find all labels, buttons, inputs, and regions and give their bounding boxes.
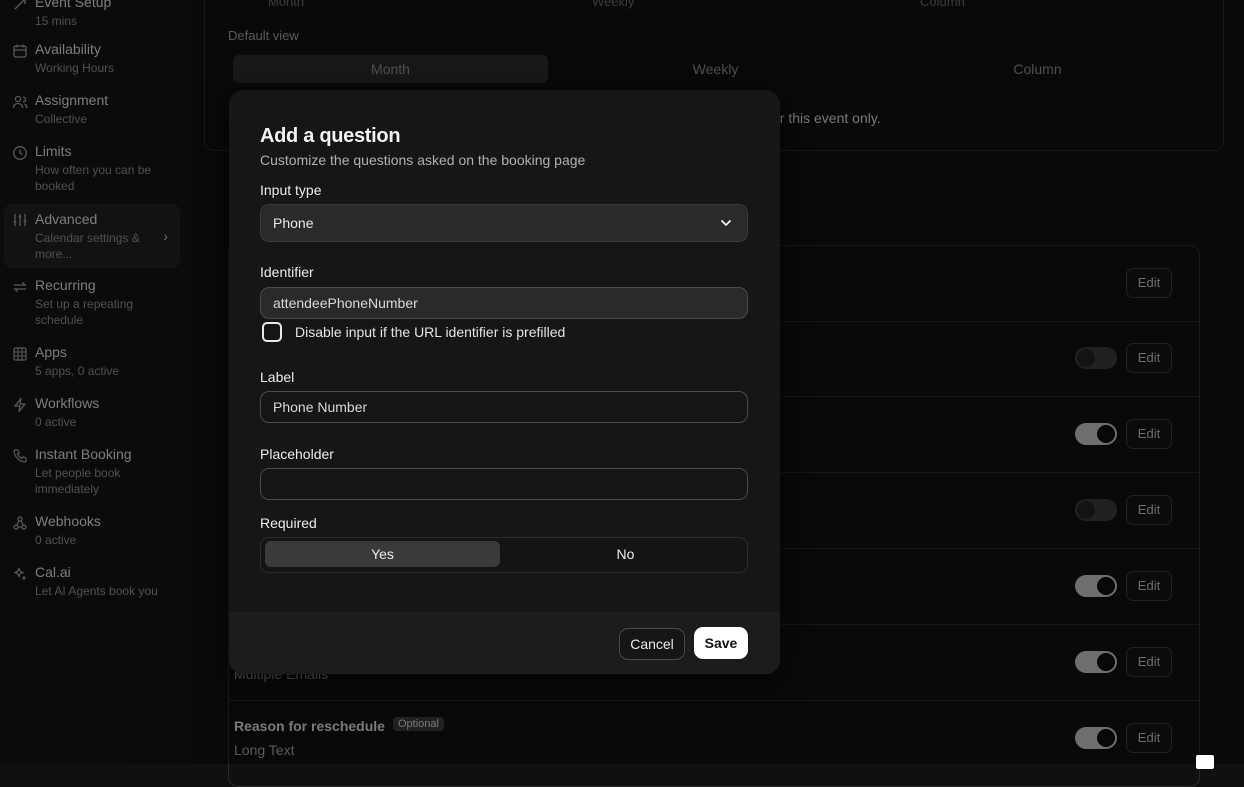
dialog-footer: Cancel Save <box>229 612 780 674</box>
required-yes-option[interactable]: Yes <box>265 541 500 567</box>
save-button[interactable]: Save <box>694 627 748 659</box>
label-value: Phone Number <box>273 399 368 415</box>
help-widget[interactable] <box>1196 755 1214 769</box>
required-toggle-group: Yes No <box>260 537 748 573</box>
input-type-select[interactable]: Phone <box>260 204 748 242</box>
identifier-value: attendeePhoneNumber <box>273 295 418 311</box>
identifier-label: Identifier <box>260 264 314 280</box>
input-type-label: Input type <box>260 182 322 198</box>
required-no-option[interactable]: No <box>508 541 743 567</box>
label-input[interactable]: Phone Number <box>260 391 748 423</box>
disable-prefilled-label: Disable input if the URL identifier is p… <box>295 324 566 340</box>
add-question-dialog: Add a question Customize the questions a… <box>229 90 780 674</box>
dialog-subtitle: Customize the questions asked on the boo… <box>260 152 586 168</box>
label-field-label: Label <box>260 369 295 385</box>
required-label: Required <box>260 515 317 531</box>
cancel-button[interactable]: Cancel <box>619 628 685 660</box>
dialog-title: Add a question <box>260 125 401 147</box>
disable-prefilled-checkbox[interactable] <box>262 322 282 342</box>
chevron-down-icon <box>719 216 733 230</box>
input-type-value: Phone <box>273 215 314 231</box>
placeholder-field-label: Placeholder <box>260 446 334 462</box>
placeholder-input[interactable] <box>260 468 748 500</box>
identifier-input[interactable]: attendeePhoneNumber <box>260 287 748 319</box>
